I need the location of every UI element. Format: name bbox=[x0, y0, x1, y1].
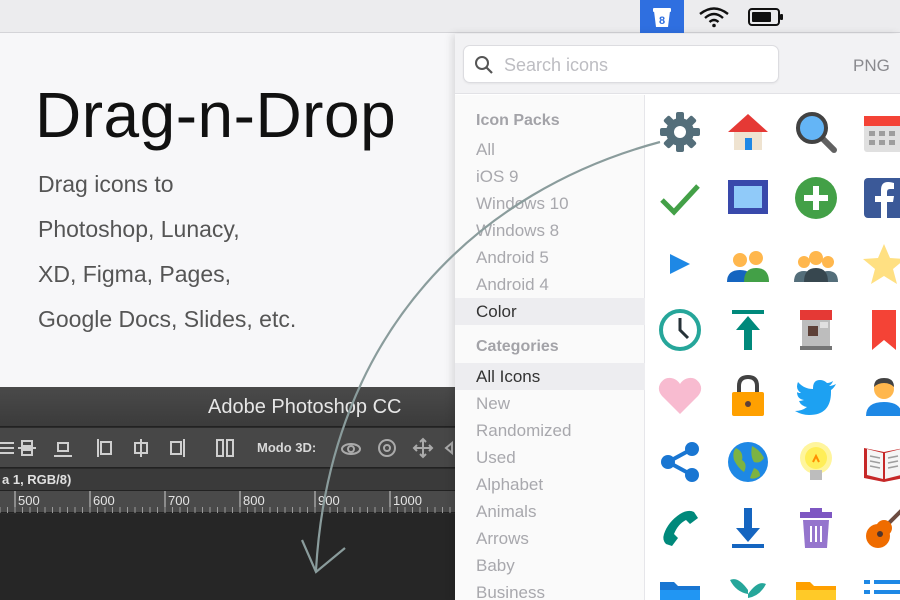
heart-icon[interactable] bbox=[656, 372, 704, 420]
lock-icon[interactable] bbox=[724, 372, 772, 420]
icon-packs-heading: Icon Packs bbox=[476, 112, 560, 129]
checkmark-icon[interactable] bbox=[656, 174, 704, 222]
photoshop-options-bar: Modo 3D: bbox=[0, 428, 455, 468]
conference-icon[interactable] bbox=[792, 240, 840, 288]
app-toolbar: PNG bbox=[455, 34, 900, 94]
clock-icon[interactable] bbox=[656, 306, 704, 354]
folder-open-icon[interactable] bbox=[792, 570, 840, 600]
icons8-menubar-button[interactable]: 8 bbox=[640, 0, 684, 33]
upload-icon[interactable] bbox=[724, 306, 772, 354]
idea-icon[interactable] bbox=[792, 438, 840, 486]
photoshop-window: Adobe Photoshop CC Modo 3D: a 1, RGB/8) … bbox=[0, 387, 455, 600]
sidebar-item-android5[interactable]: Android 5 bbox=[455, 244, 645, 271]
3d-roll-icon[interactable] bbox=[376, 437, 398, 459]
twitter-icon[interactable] bbox=[792, 372, 840, 420]
search-box[interactable] bbox=[463, 45, 779, 83]
ruler-label: 500 bbox=[18, 493, 40, 508]
user-icon[interactable] bbox=[860, 372, 900, 420]
sidebar-item-used[interactable]: Used bbox=[455, 444, 645, 471]
photoshop-title: Adobe Photoshop CC bbox=[208, 396, 402, 418]
sidebar-item-animals[interactable]: Animals bbox=[455, 498, 645, 525]
photoshop-titlebar[interactable]: Adobe Photoshop CC bbox=[0, 387, 455, 427]
icons8-app-window: PNG Icon Packs All iOS 9 Windows 10 Wind… bbox=[455, 34, 900, 600]
ruler-label: 700 bbox=[168, 493, 190, 508]
horizontal-ruler: 500 600 700 800 900 1000 bbox=[0, 491, 455, 513]
ruler-label: 800 bbox=[243, 493, 265, 508]
book-icon[interactable] bbox=[860, 438, 900, 486]
align-bottom-icon[interactable] bbox=[52, 437, 74, 459]
share-icon[interactable] bbox=[656, 438, 704, 486]
folder-icon[interactable] bbox=[656, 570, 704, 600]
sidebar-item-randomized[interactable]: Randomized bbox=[455, 417, 645, 444]
sidebar-item-android4[interactable]: Android 4 bbox=[455, 271, 645, 298]
ruler-label: 1000 bbox=[393, 493, 422, 508]
align-left-icon[interactable] bbox=[94, 437, 116, 459]
distribute-icon[interactable] bbox=[214, 437, 236, 459]
ruler-label: 900 bbox=[318, 493, 340, 508]
photoshop-canvas[interactable] bbox=[0, 514, 455, 600]
settings-icon[interactable] bbox=[656, 108, 704, 156]
search-icon[interactable] bbox=[792, 108, 840, 156]
sidebar-item-ios9[interactable]: iOS 9 bbox=[455, 163, 645, 190]
promo-line: XD, Figma, Pages, bbox=[38, 261, 232, 287]
trash-icon[interactable] bbox=[792, 504, 840, 552]
format-selector[interactable]: PNG bbox=[853, 56, 890, 76]
download-icon[interactable] bbox=[724, 504, 772, 552]
promo-line: Photoshop, Lunacy, bbox=[38, 216, 240, 242]
categories-heading: Categories bbox=[476, 338, 559, 355]
star-icon[interactable] bbox=[860, 240, 900, 288]
calendar-icon[interactable] bbox=[860, 108, 900, 156]
user-group-icon[interactable] bbox=[724, 240, 772, 288]
3d-slide-icon[interactable] bbox=[444, 437, 455, 459]
sidebar-item-all-icons[interactable]: All Icons bbox=[455, 363, 645, 390]
plant-icon[interactable] bbox=[724, 570, 772, 600]
phone-icon[interactable] bbox=[656, 504, 704, 552]
sidebar-item-new[interactable]: New bbox=[455, 390, 645, 417]
play-icon[interactable] bbox=[656, 240, 704, 288]
ruler-label: 600 bbox=[93, 493, 115, 508]
sidebar-item-windows8[interactable]: Windows 8 bbox=[455, 217, 645, 244]
align-top-icon[interactable] bbox=[0, 437, 16, 459]
mode-3d-label: Modo 3D: bbox=[257, 440, 317, 455]
align-right-icon[interactable] bbox=[166, 437, 188, 459]
promo-line: Drag icons to bbox=[38, 171, 174, 197]
sidebar-item-color[interactable]: Color bbox=[455, 298, 645, 325]
document-tab[interactable]: a 1, RGB/8) bbox=[2, 472, 71, 487]
3d-orbit-icon[interactable] bbox=[340, 437, 362, 459]
3d-pan-icon[interactable] bbox=[412, 437, 434, 459]
battery-icon[interactable] bbox=[748, 8, 784, 26]
icons8-cup-icon: 8 bbox=[653, 7, 671, 27]
sidebar: Icon Packs All iOS 9 Windows 10 Windows … bbox=[455, 95, 645, 600]
promo-description: Drag icons to Photoshop, Lunacy, XD, Fig… bbox=[38, 166, 296, 346]
coffee-machine-icon[interactable] bbox=[792, 306, 840, 354]
add-icon[interactable] bbox=[792, 174, 840, 222]
sidebar-item-all[interactable]: All bbox=[455, 136, 645, 163]
wifi-icon[interactable] bbox=[697, 5, 731, 29]
search-icon bbox=[475, 56, 493, 74]
promo-line: Google Docs, Slides, etc. bbox=[38, 306, 297, 332]
picture-frame-icon[interactable] bbox=[724, 174, 772, 222]
sidebar-item-baby[interactable]: Baby bbox=[455, 552, 645, 579]
menu-bar: 8 bbox=[0, 0, 900, 33]
document-tab-bar: a 1, RGB/8) bbox=[0, 469, 455, 491]
sidebar-item-arrows[interactable]: Arrows bbox=[455, 525, 645, 552]
promo-title: Drag-n-Drop bbox=[35, 79, 397, 151]
bookmark-icon[interactable] bbox=[860, 306, 900, 354]
search-input[interactable] bbox=[504, 52, 764, 78]
sidebar-item-alphabet[interactable]: Alphabet bbox=[455, 471, 645, 498]
sidebar-item-windows10[interactable]: Windows 10 bbox=[455, 190, 645, 217]
sidebar-item-business[interactable]: Business bbox=[455, 579, 645, 600]
home-icon[interactable] bbox=[724, 108, 772, 156]
guitar-icon[interactable] bbox=[860, 504, 900, 552]
align-horizontal-center-icon[interactable] bbox=[130, 437, 152, 459]
svg-text:8: 8 bbox=[659, 15, 665, 27]
globe-icon[interactable] bbox=[724, 438, 772, 486]
align-vertical-center-icon[interactable] bbox=[16, 437, 38, 459]
list-icon[interactable] bbox=[860, 570, 900, 600]
ruler-ticks bbox=[0, 491, 451, 513]
facebook-icon[interactable] bbox=[860, 174, 900, 222]
